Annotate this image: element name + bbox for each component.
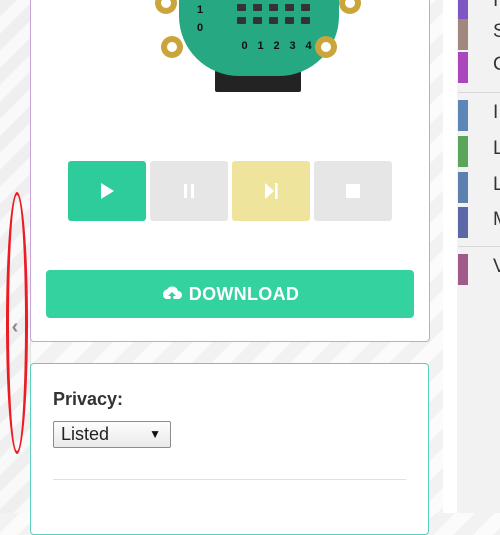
led[interactable] bbox=[269, 17, 278, 24]
toolbox-category[interactable]: S bbox=[458, 19, 500, 50]
toolbox-category[interactable]: I bbox=[458, 0, 500, 19]
step-icon bbox=[265, 183, 278, 199]
column-label: 3 bbox=[289, 40, 296, 52]
download-label: DOWNLOAD bbox=[188, 283, 300, 304]
column-label: 2 bbox=[273, 40, 280, 52]
category-color-bar bbox=[458, 19, 468, 50]
simulator-panel: 1 0 0 1 2 3 4 DOWNLOAD bbox=[30, 0, 430, 342]
play-button[interactable] bbox=[68, 161, 146, 221]
toolbox-category[interactable]: M bbox=[458, 207, 500, 238]
category-label: M bbox=[493, 209, 500, 231]
toolbox-category[interactable]: C bbox=[458, 52, 500, 83]
dropdown-arrow-icon: ▼ bbox=[149, 427, 161, 441]
category-color-bar bbox=[458, 0, 468, 19]
board-body: 1 0 0 1 2 3 4 bbox=[179, 0, 339, 76]
category-label: I bbox=[493, 102, 499, 123]
category-color-bar bbox=[458, 100, 468, 131]
category-divider bbox=[458, 246, 500, 247]
led[interactable] bbox=[237, 4, 246, 11]
pin-pad[interactable] bbox=[339, 0, 361, 14]
category-color-bar bbox=[458, 52, 468, 83]
privacy-selected-value: Listed bbox=[61, 424, 110, 444]
highlight-annotation bbox=[6, 192, 28, 454]
privacy-label: Privacy: bbox=[53, 389, 124, 409]
category-label: L bbox=[493, 138, 500, 159]
led[interactable] bbox=[301, 4, 310, 11]
stop-button[interactable] bbox=[314, 161, 392, 221]
column-label: 4 bbox=[305, 40, 312, 52]
led[interactable] bbox=[253, 17, 262, 24]
toolbox-category[interactable]: L bbox=[458, 172, 500, 203]
category-divider bbox=[458, 92, 500, 93]
download-button[interactable]: DOWNLOAD bbox=[46, 270, 414, 318]
led[interactable] bbox=[301, 17, 310, 24]
category-label: L bbox=[493, 174, 500, 195]
led-matrix bbox=[237, 4, 311, 24]
pin-pad[interactable] bbox=[155, 0, 177, 14]
category-color-bar bbox=[458, 254, 468, 285]
play-icon bbox=[101, 183, 114, 199]
row-label: 1 bbox=[197, 4, 204, 16]
pause-icon bbox=[184, 184, 194, 198]
led[interactable] bbox=[237, 17, 246, 24]
column-labels: 0 1 2 3 4 bbox=[239, 40, 314, 52]
category-label: I bbox=[493, 0, 499, 11]
simulator-controls bbox=[68, 161, 392, 221]
category-color-bar bbox=[458, 136, 468, 167]
category-label: S bbox=[493, 21, 500, 42]
column-label: 1 bbox=[257, 40, 264, 52]
led[interactable] bbox=[285, 4, 294, 11]
category-color-bar bbox=[458, 207, 468, 238]
divider bbox=[53, 479, 406, 480]
toolbox-category[interactable]: I bbox=[458, 100, 500, 131]
category-color-bar bbox=[458, 172, 468, 203]
pause-button[interactable] bbox=[150, 161, 228, 221]
toolbox-category[interactable]: L bbox=[458, 136, 500, 167]
board-image: 1 0 0 1 2 3 4 bbox=[151, 0, 361, 96]
category-label: V bbox=[493, 256, 500, 277]
category-label: C bbox=[493, 54, 500, 75]
led[interactable] bbox=[285, 17, 294, 24]
stop-icon bbox=[346, 184, 360, 198]
panel-gap bbox=[443, 0, 457, 513]
row-label: 0 bbox=[197, 22, 204, 34]
column-label: 0 bbox=[241, 40, 248, 52]
privacy-select[interactable]: Listed ▼ bbox=[53, 421, 171, 448]
led[interactable] bbox=[253, 4, 262, 11]
privacy-panel: Privacy: Listed ▼ bbox=[30, 363, 429, 535]
step-button[interactable] bbox=[232, 161, 310, 221]
pin-pad[interactable] bbox=[161, 36, 183, 58]
cloud-upload-icon bbox=[162, 286, 182, 302]
pin-pad[interactable] bbox=[315, 36, 337, 58]
led[interactable] bbox=[269, 4, 278, 11]
toolbox-category[interactable]: V bbox=[458, 254, 500, 285]
